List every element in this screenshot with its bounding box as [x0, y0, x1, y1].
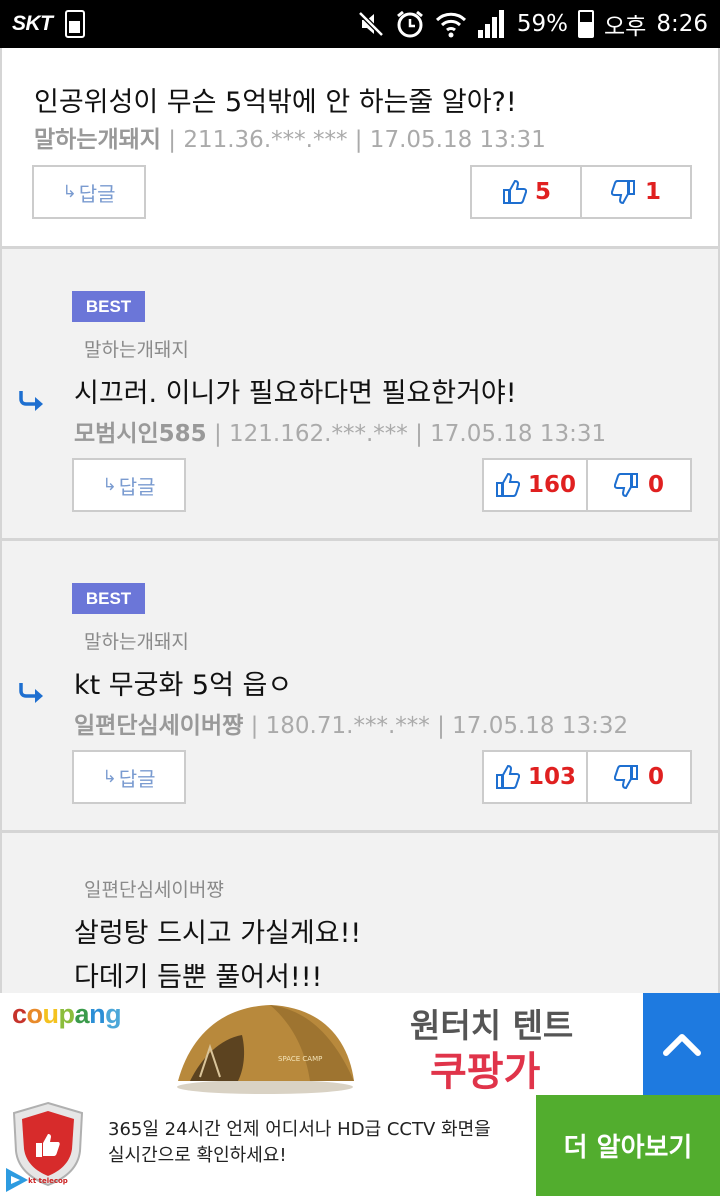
- mute-icon: [358, 11, 384, 37]
- ad-description: 365일 24시간 언제 어디서나 HD급 CCTV 화면을 실시간으로 확인하…: [108, 1119, 491, 1166]
- reply-button[interactable]: ↳ 답글: [72, 458, 186, 512]
- learn-more-button[interactable]: 더 알아보기: [536, 1095, 720, 1196]
- vote-box: 5 1: [470, 165, 692, 219]
- thumbs-up-icon: [502, 179, 527, 204]
- comment-author[interactable]: 모범시인585: [74, 421, 207, 447]
- coupang-logo: coupang: [12, 999, 122, 1029]
- reply-indicator-icon: [19, 683, 43, 703]
- reply-arrow-icon: ↳: [102, 767, 117, 787]
- tent-label: SPACE CAMP: [278, 1055, 322, 1063]
- carrier-label: SKT: [12, 12, 53, 35]
- battery-icon: [578, 10, 595, 38]
- thumbs-down-icon: [613, 473, 638, 498]
- reply-arrow-icon: ↳: [102, 475, 117, 495]
- comment-meta: 말하는개돼지 | 211.36.***.*** | 17.05.18 13:31: [34, 127, 546, 153]
- sim-icon: [64, 10, 85, 38]
- ad-banner[interactable]: coupang SPACE CAMP 원터치 텐트 쿠팡가: [0, 993, 643, 1095]
- parent-author: 말하는개돼지: [84, 631, 189, 653]
- bottom-ad[interactable]: kt telecop 365일 24시간 언제 어디서나 HD급 CCTV 화면…: [0, 1095, 720, 1196]
- best-badge: BEST: [72, 291, 145, 322]
- comment-meta: 모범시인585 | 121.162.***.*** | 17.05.18 13:…: [74, 421, 607, 447]
- best-badge: BEST: [72, 583, 145, 614]
- reply-arrow-icon: ↳: [62, 182, 77, 202]
- comment-text: kt 무궁화 5억 읍ㅇ: [74, 670, 293, 701]
- chevron-up-icon: [662, 1034, 701, 1056]
- comment-text: 시끄러. 이니가 필요하다면 필요한거야!: [74, 378, 517, 409]
- tent-image: SPACE CAMP: [177, 1005, 354, 1094]
- alarm-icon: [396, 10, 423, 38]
- comment-text: 인공위성이 무슨 5억밖에 안 하는줄 알아?!: [34, 87, 517, 118]
- comment-meta: 일편단심세이버쨩 | 180.71.***.*** | 17.05.18 13:…: [74, 713, 629, 739]
- comment-author[interactable]: 일편단심세이버쨩: [74, 713, 243, 739]
- parent-author: 말하는개돼지: [84, 339, 189, 361]
- signal-icon: [477, 10, 504, 38]
- adchoices-icon[interactable]: [0, 1164, 32, 1196]
- comment-author[interactable]: 말하는개돼지: [34, 127, 161, 153]
- comment-item: 일편단심세이버쨩 살렁탕 드시고 가실게요!! 다데기 듬뿐 풀어서!!!: [0, 831, 720, 1001]
- thumbs-up-icon: [495, 472, 520, 497]
- battery-percent: 59%: [516, 11, 569, 37]
- reply-button[interactable]: ↳ 답글: [72, 750, 186, 804]
- screen: { "status_bar": { "carrier": "SKT", "bat…: [0, 0, 720, 1196]
- upvote-button[interactable]: 5: [472, 167, 580, 217]
- ad-price: 쿠팡가: [430, 1049, 541, 1095]
- reply-button[interactable]: ↳ 답글: [32, 165, 146, 219]
- thumbs-down-icon: [610, 180, 635, 205]
- comment-text-line: 다데기 듬뿐 풀어서!!!: [74, 962, 323, 993]
- status-bar: SKT 59% 오후 8:26: [0, 0, 720, 48]
- ampm-label: 오후: [604, 14, 647, 40]
- parent-author: 일편단심세이버쨩: [84, 879, 224, 901]
- scroll-to-top-button[interactable]: [643, 993, 720, 1095]
- thumbs-down-icon: [613, 765, 638, 790]
- reply-indicator-icon: [19, 391, 43, 411]
- wifi-icon: [435, 12, 466, 38]
- comment-text-line: 살렁탕 드시고 가실게요!!: [74, 918, 362, 949]
- comment-item: BEST 말하는개돼지 kt 무궁화 5억 읍ㅇ 일편단심세이버쨩 | 180.…: [0, 539, 720, 832]
- thumbs-up-icon: [495, 764, 520, 789]
- vote-box: 160 0: [482, 458, 692, 512]
- comment-item: BEST 말하는개돼지 시끄러. 이니가 필요하다면 필요한거야! 모범시인58…: [0, 247, 720, 540]
- upvote-button[interactable]: 103: [484, 752, 586, 802]
- vote-box: 103 0: [482, 750, 692, 804]
- downvote-button[interactable]: 0: [586, 460, 690, 510]
- downvote-button[interactable]: 1: [580, 167, 690, 217]
- svg-text:kt telecop: kt telecop: [28, 1177, 68, 1185]
- upvote-button[interactable]: 160: [484, 460, 586, 510]
- downvote-button[interactable]: 0: [586, 752, 690, 802]
- comment-item: 인공위성이 무슨 5억밖에 안 하는줄 알아?! 말하는개돼지 | 211.36…: [0, 48, 720, 248]
- clock: 8:26: [656, 11, 708, 37]
